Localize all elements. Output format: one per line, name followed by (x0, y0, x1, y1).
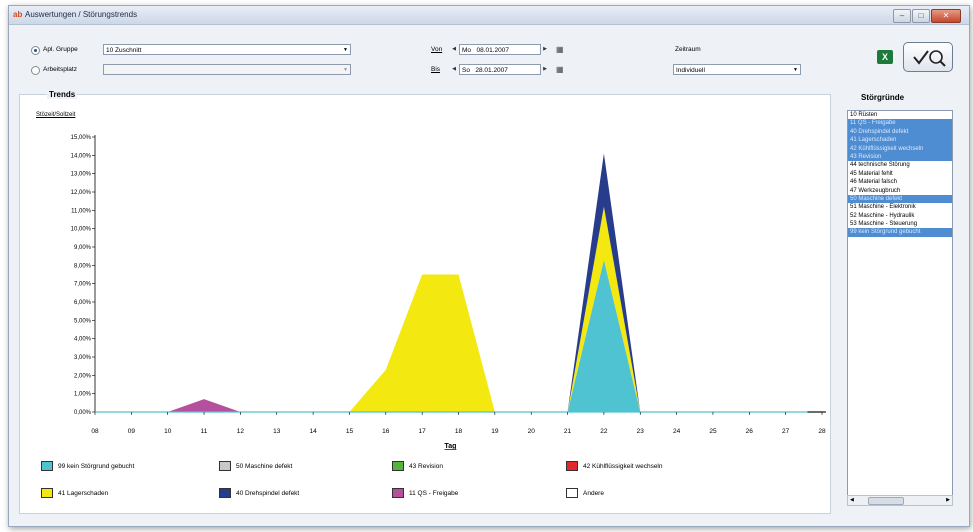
legend-swatch (566, 488, 578, 498)
x-tick-label: 25 (709, 428, 717, 435)
list-item[interactable]: 10 Rüsten (848, 111, 952, 119)
legend-swatch (219, 461, 231, 471)
x-tick-label: 08 (91, 428, 99, 435)
legend-swatch (41, 488, 53, 498)
y-tick-label: 4,00% (74, 337, 92, 343)
list-item[interactable]: 40 Drehspindel defekt (848, 127, 952, 137)
list-item[interactable]: 11 QS - Freigabe (848, 119, 952, 128)
x-tick-label: 15 (346, 428, 354, 435)
legend-label: 43 Revision (409, 463, 443, 470)
x-tick-label: 23 (637, 428, 645, 435)
x-tick-label: 11 (201, 428, 208, 435)
list-item[interactable]: 47 Werkzeugbruch (848, 187, 952, 195)
list-item[interactable]: 46 Material falsch (848, 178, 952, 186)
list-item[interactable]: 52 Maschine - Hydraulik (848, 212, 952, 220)
y-tick-label: 12,00% (71, 190, 92, 196)
list-item[interactable]: 53 Maschine - Steuerung (848, 220, 952, 228)
x-tick-label: 28 (818, 428, 826, 435)
x-tick-label: 27 (782, 428, 790, 435)
y-tick-label: 13,00% (71, 172, 92, 178)
legend-label: 11 QS - Freigabe (409, 490, 459, 497)
legend-swatch (392, 488, 404, 498)
scroll-left-arrow[interactable]: ◀ (850, 496, 854, 505)
list-item[interactable]: 51 Maschine - Elektronik (848, 203, 952, 211)
checkmark-magnifier-icon (913, 50, 946, 67)
x-axis-title: Tag (445, 443, 457, 450)
x-tick-label: 17 (419, 428, 427, 435)
x-tick-label: 13 (273, 428, 281, 435)
x-tick-label: 16 (382, 428, 390, 435)
legend-swatch (41, 461, 53, 471)
x-tick-label: 26 (746, 428, 754, 435)
legend-swatch (392, 461, 404, 471)
list-item[interactable]: 50 Maschine defekt (848, 194, 952, 204)
legend-label: 41 Lagerschaden (58, 490, 109, 497)
legend-label: 40 Drehspindel defekt (236, 490, 300, 497)
stoergruende-heading: Störgründe (861, 93, 905, 102)
x-tick-label: 24 (673, 428, 681, 435)
x-tick-label: 22 (600, 428, 608, 435)
legend-swatch (219, 488, 231, 498)
x-tick-label: 12 (237, 428, 245, 435)
y-tick-label: 14,00% (71, 153, 92, 159)
x-tick-label: 10 (164, 428, 172, 435)
x-tick-label: 20 (528, 428, 536, 435)
list-item[interactable]: 45 Material fehlt (848, 170, 952, 178)
list-item[interactable]: 43 Revision (848, 152, 952, 162)
y-tick-label: 0,00% (74, 410, 92, 416)
legend-label: Andere (583, 490, 604, 497)
y-tick-label: 15,00% (71, 135, 92, 141)
x-tick-label: 18 (455, 428, 463, 435)
stoergruende-list[interactable]: 10 Rüsten 11 QS - Freigabe 40 Drehspindel … (847, 110, 953, 496)
scroll-right-arrow[interactable]: ▶ (946, 496, 950, 505)
trend-chart: 0,00% 1,00% 2,00% 3,00% 4,00% 5,00% 6,00% 7,00%… (71, 135, 826, 450)
list-item[interactable]: 41 Lagerschaden (848, 136, 952, 145)
area-series (95, 206, 822, 412)
y-tick-label: 1,00% (74, 392, 92, 398)
analyze-button[interactable] (903, 42, 953, 72)
maximize-button[interactable]: □ (912, 9, 930, 23)
minimize-button[interactable]: – (893, 9, 911, 23)
y-tick-label: 11,00% (71, 208, 92, 214)
x-tick-label: 21 (564, 428, 572, 435)
y-tick-label: 10,00% (71, 227, 92, 233)
y-tick-label: 9,00% (74, 245, 92, 251)
legend-label: 99 kein Störgrund gebucht (58, 463, 135, 470)
y-tick-label: 3,00% (74, 355, 92, 361)
y-tick-label: 5,00% (74, 318, 92, 324)
list-item[interactable]: 44 technische Störung (848, 161, 952, 169)
excel-icon[interactable]: X (877, 50, 893, 64)
main-window: ab Auswertungen / Störungstrends – □ ✕ A… (8, 5, 970, 527)
legend-label: 42 Kühlflüssigkeit wechseln (583, 463, 663, 470)
y-tick-label: 2,00% (74, 373, 92, 379)
x-tick-label: 14 (309, 428, 317, 435)
scroll-thumb[interactable] (868, 497, 904, 505)
y-tick-label: 7,00% (74, 282, 92, 288)
x-tick-label: 09 (128, 428, 136, 435)
y-tick-label: 6,00% (74, 300, 92, 306)
horizontal-scrollbar[interactable]: ◀ ▶ (847, 495, 953, 506)
list-item[interactable]: 42 Kühlflüssigkeit wechseln (848, 144, 952, 153)
legend-label: 50 Maschine defekt (236, 463, 293, 470)
list-item[interactable]: 99 kein Störgrund gebucht (848, 228, 952, 237)
x-tick-label: 19 (491, 428, 499, 435)
y-tick-label: 8,00% (74, 263, 92, 269)
legend-swatch (566, 461, 578, 471)
close-button[interactable]: ✕ (931, 9, 961, 23)
